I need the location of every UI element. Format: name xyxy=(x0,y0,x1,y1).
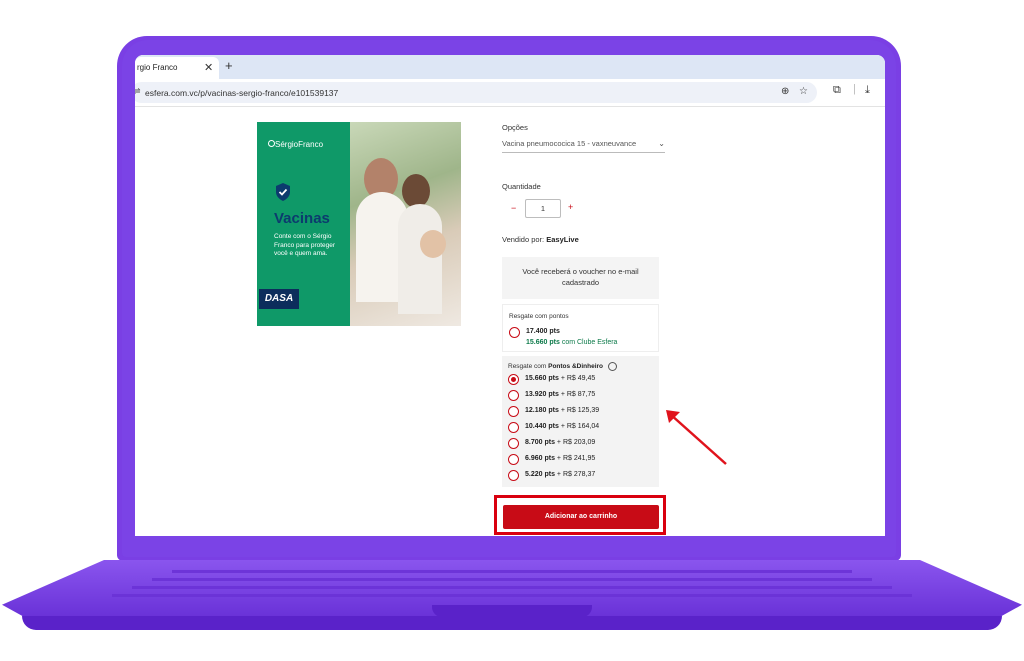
browser-tab[interactable]: rgio Franco ✕ xyxy=(135,57,219,79)
extensions-icon[interactable]: ⧉ xyxy=(833,84,841,97)
quantity-increase-button[interactable]: + xyxy=(568,202,573,212)
mix-option-4: 10.440 pts + R$ 164,04 xyxy=(525,423,600,430)
options-label: Opções xyxy=(502,123,528,132)
mix-radio-7[interactable] xyxy=(508,470,519,481)
zoom-icon[interactable]: ⊕ xyxy=(781,86,789,97)
voucher-notice: Você receberá o voucher no e-mail cadast… xyxy=(502,257,659,299)
trackpad-notch xyxy=(432,605,592,617)
mix-option-2: 13.920 pts + R$ 87,75 xyxy=(525,391,596,398)
shield-check-icon xyxy=(276,183,290,201)
info-icon[interactable] xyxy=(608,362,617,371)
mix-radio-1[interactable] xyxy=(508,374,519,385)
points-option-title: Resgate com pontos xyxy=(509,313,569,320)
points-value: 17.400 pts xyxy=(526,328,560,335)
mix-option-6: 6.960 pts + R$ 241,95 xyxy=(525,455,596,462)
points-money-option-card: Resgate com Pontos &Dinheiro 15.660 pts … xyxy=(502,356,659,487)
new-tab-icon[interactable]: + xyxy=(225,58,233,73)
options-select[interactable]: Vacina pneumococica 15 - vaxneuvance ⌄ xyxy=(502,139,665,153)
mix-radio-5[interactable] xyxy=(508,438,519,449)
tab-title: rgio Franco xyxy=(137,63,178,72)
mix-option-3: 12.180 pts + R$ 125,39 xyxy=(525,407,600,414)
bookmark-star-icon[interactable]: ☆ xyxy=(799,86,808,97)
club-points: 15.660 pts com Clube Esfera xyxy=(526,339,618,346)
close-tab-icon[interactable]: ✕ xyxy=(204,61,213,74)
seller-name: EasyLive xyxy=(546,235,579,244)
mix-option-5: 8.700 pts + R$ 203,09 xyxy=(525,439,596,446)
mix-option-7: 5.220 pts + R$ 278,37 xyxy=(525,471,596,478)
points-money-title: Resgate com Pontos &Dinheiro xyxy=(508,363,603,370)
laptop-mockup: rgio Franco ✕ + ⇌ esfera.com.vc/p/vacina… xyxy=(0,0,1024,661)
omnibox[interactable]: ⇌ esfera.com.vc/p/vacinas-sergio-franco/… xyxy=(135,82,817,103)
brand-logo: SérgioFranco xyxy=(275,140,324,149)
laptop-base xyxy=(2,560,1022,634)
product-image: SérgioFranco Vacinas Conte com o Sérgio … xyxy=(257,122,461,326)
mix-option-1: 15.660 pts + R$ 49,45 xyxy=(525,375,596,382)
highlight-box xyxy=(494,495,666,535)
quantity-input[interactable]: 1 xyxy=(525,199,561,218)
banner-description: Conte com o Sérgio Franco para proteger … xyxy=(274,233,336,257)
address-bar: ⇌ esfera.com.vc/p/vacinas-sergio-franco/… xyxy=(135,79,885,107)
browser-screen: rgio Franco ✕ + ⇌ esfera.com.vc/p/vacina… xyxy=(135,55,885,536)
sold-by-label: Vendido por: xyxy=(502,235,545,244)
divider: | xyxy=(853,83,856,95)
dasa-logo: DASA xyxy=(259,289,299,309)
mix-radio-2[interactable] xyxy=(508,390,519,401)
tab-bar: rgio Franco ✕ + xyxy=(135,55,885,79)
url-text[interactable]: esfera.com.vc/p/vacinas-sergio-franco/e1… xyxy=(145,88,338,98)
banner-title: Vacinas xyxy=(274,210,330,227)
site-info-icon[interactable]: ⇌ xyxy=(135,86,141,97)
options-value: Vacina pneumococica 15 - vaxneuvance xyxy=(502,139,637,148)
mix-radio-6[interactable] xyxy=(508,454,519,465)
points-option-card: Resgate com pontos 17.400 pts 15.660 pts… xyxy=(502,304,659,352)
annotation-arrow-icon xyxy=(666,410,727,465)
family-photo xyxy=(350,122,461,326)
quantity-decrease-button[interactable]: − xyxy=(511,203,516,213)
points-radio[interactable] xyxy=(509,327,520,338)
sold-by: Vendido por: EasyLive xyxy=(502,235,579,244)
quantity-label: Quantidade xyxy=(502,182,541,191)
mix-radio-4[interactable] xyxy=(508,422,519,433)
download-icon[interactable]: ⤓ xyxy=(865,84,870,97)
logo-icon xyxy=(268,140,275,147)
chevron-down-icon: ⌄ xyxy=(658,139,665,148)
mix-radio-3[interactable] xyxy=(508,406,519,417)
